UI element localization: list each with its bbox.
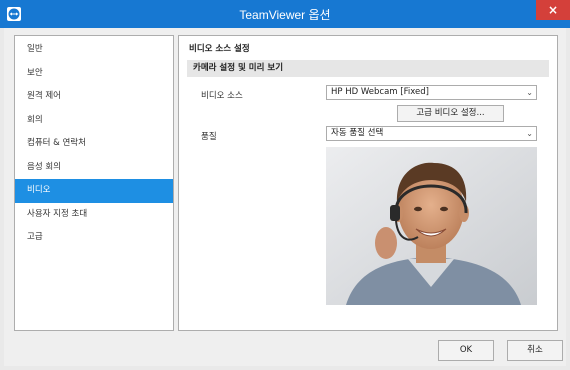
sidebar-item-label: 컴퓨터 & 연락처 [27, 138, 86, 148]
sidebar-item-label: 음성 회의 [27, 161, 61, 172]
close-icon: × [547, 3, 559, 17]
sidebar-item-meeting[interactable]: 회의 [15, 109, 173, 133]
webcam-person-image [326, 147, 537, 305]
ok-button[interactable]: OK [438, 340, 494, 361]
sidebar-item-label: 회의 [27, 114, 43, 125]
sidebar-item-label: 사용자 지정 초대 [27, 208, 88, 219]
sidebar-item-audio-conference[interactable]: 음성 회의 [15, 156, 173, 180]
window-title: TeamViewer 옵션 [239, 7, 331, 22]
sidebar-item-custom-invitation[interactable]: 사용자 지정 초대 [15, 203, 173, 227]
sidebar-item-security[interactable]: 보안 [15, 62, 173, 86]
quality-label: 품질 [201, 132, 217, 142]
video-source-dropdown[interactable]: HP HD Webcam [Fixed] ⌄ [326, 85, 537, 100]
sidebar-item-video[interactable]: 비디오 [15, 179, 173, 203]
chevron-down-icon: ⌄ [526, 129, 533, 138]
sidebar-item-label: 원격 제어 [27, 91, 61, 101]
video-settings-panel: 비디오 소스 설정 카메라 설정 및 미리 보기 비디오 소스 HP HD We… [178, 35, 558, 331]
sidebar-item-remote-control[interactable]: 원격 제어 [15, 85, 173, 109]
sidebar-item-label: 고급 [27, 232, 43, 242]
section-title: 비디오 소스 설정 [189, 44, 250, 54]
title-bar: TeamViewer 옵션 × [0, 0, 570, 28]
options-sidebar: 일반 보안 원격 제어 회의 컴퓨터 & 연락처 음성 회의 비디오 사용자 지… [14, 35, 174, 331]
sidebar-item-label: 비디오 [27, 185, 51, 195]
camera-settings-header: 카메라 설정 및 미리 보기 [187, 60, 549, 77]
video-source-label: 비디오 소스 [201, 91, 243, 101]
quality-dropdown[interactable]: 자동 품질 선택 ⌄ [326, 126, 537, 141]
teamviewer-logo-icon [7, 7, 21, 21]
video-source-value: HP HD Webcam [Fixed] [331, 87, 429, 97]
sidebar-item-label: 보안 [27, 67, 43, 78]
chevron-down-icon: ⌄ [526, 88, 533, 97]
quality-value: 자동 품질 선택 [331, 128, 384, 138]
sidebar-item-label: 일반 [27, 44, 43, 54]
sidebar-item-computers-contacts[interactable]: 컴퓨터 & 연락처 [15, 132, 173, 156]
close-button[interactable]: × [536, 0, 570, 20]
cancel-button[interactable]: 취소 [507, 340, 563, 361]
advanced-video-settings-button[interactable]: 고급 비디오 설정... [397, 105, 504, 122]
camera-preview [326, 147, 537, 305]
sidebar-item-general[interactable]: 일반 [15, 38, 173, 62]
sidebar-item-advanced[interactable]: 고급 [15, 226, 173, 250]
